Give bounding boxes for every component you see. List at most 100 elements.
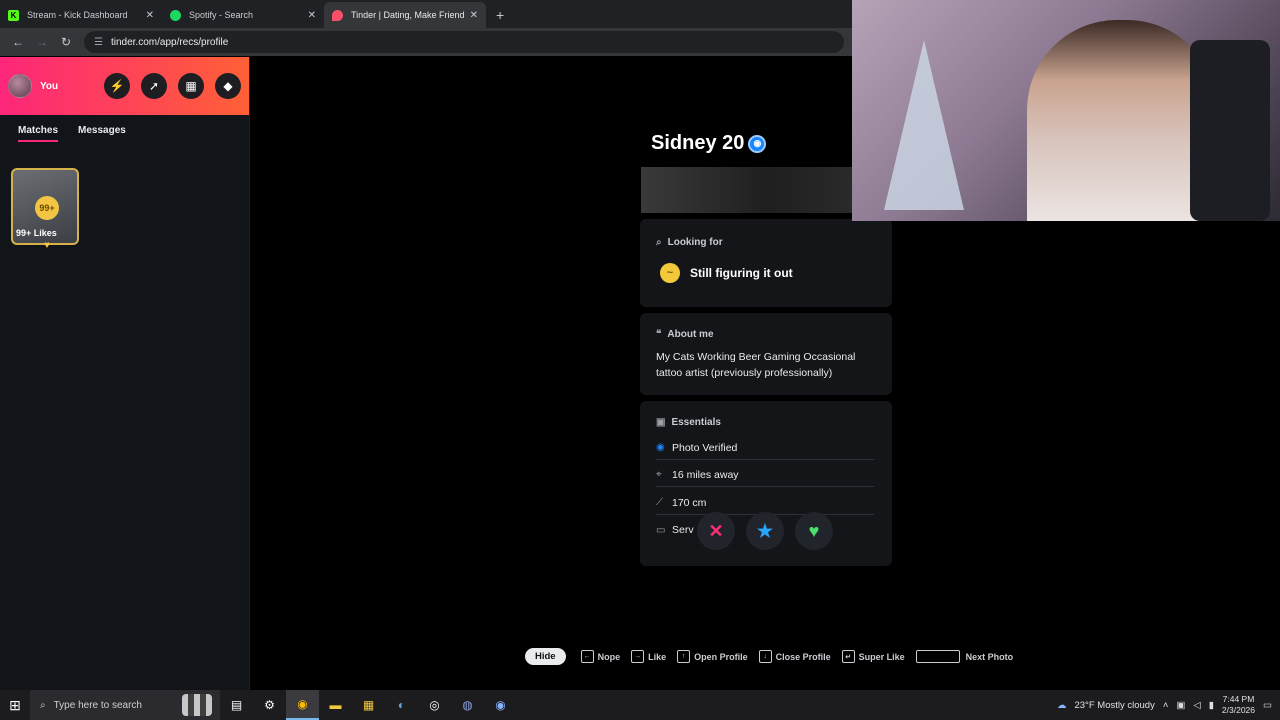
- profile-name-age: Sidney 20: [651, 132, 745, 154]
- hint-label: Open Profile: [694, 651, 748, 662]
- hint-label: Next Photo: [965, 651, 1014, 662]
- spotify-icon: [170, 9, 181, 21]
- clock-date: 2/3/2026: [1221, 705, 1256, 715]
- essentials-row-text: Photo Verified: [672, 441, 738, 454]
- boost-icon[interactable]: ⚡: [104, 73, 130, 99]
- id-card-icon: ▣: [656, 417, 666, 428]
- avatar[interactable]: [8, 74, 32, 98]
- sidebar-tabs: Matches Messages: [0, 115, 249, 142]
- like-button[interactable]: ♥: [795, 512, 833, 550]
- site-info-icon[interactable]: ☰: [94, 37, 103, 48]
- chevron-up-icon[interactable]: ˄: [1163, 700, 1169, 711]
- obs-icon[interactable]: ◎: [418, 690, 451, 720]
- network-icon[interactable]: ▣: [1176, 700, 1185, 711]
- weather-icon[interactable]: ☁: [1057, 700, 1067, 711]
- task-view-icon[interactable]: ▤: [220, 690, 253, 720]
- super-like-button[interactable]: ★: [746, 512, 784, 550]
- shield-icon[interactable]: ◆: [215, 73, 241, 99]
- search-placeholder: Type here to search: [53, 699, 142, 711]
- windows-start-icon[interactable]: ⊞: [0, 690, 30, 720]
- notifications-icon[interactable]: ▭: [1263, 700, 1272, 711]
- close-icon[interactable]: ✕: [146, 10, 154, 21]
- tab-messages[interactable]: Messages: [78, 125, 126, 142]
- file-explorer-icon[interactable]: ▬: [319, 690, 352, 720]
- ruler-icon: ⟋: [656, 497, 663, 508]
- store-icon[interactable]: ▦: [352, 690, 385, 720]
- hint-open-profile: ↑ Open Profile: [677, 650, 748, 663]
- about-panel: ❝ About me My Cats Working Beer Gaming O…: [640, 313, 892, 395]
- settings-icon[interactable]: ⚙: [253, 690, 286, 720]
- clock-time: 7:44 PM: [1222, 694, 1255, 704]
- chrome-icon[interactable]: ◉: [286, 690, 319, 720]
- back-icon[interactable]: ←: [6, 30, 30, 54]
- url-field[interactable]: ☰ tinder.com/app/recs/profile: [84, 31, 844, 53]
- gaming-chair-image: [1190, 40, 1270, 221]
- enter-key-icon: ↵: [841, 650, 855, 663]
- hint-nope: ← Nope: [580, 650, 621, 663]
- christmas-tree-image: [884, 40, 964, 210]
- about-title: ❝ About me: [656, 329, 714, 340]
- profile-photo[interactable]: [641, 167, 853, 213]
- new-tab-button[interactable]: +: [486, 2, 514, 28]
- gift-icon[interactable]: ▦: [178, 73, 204, 99]
- likes-card[interactable]: 99+ 99+ Likes ♥: [11, 168, 79, 251]
- tab-kick-dashboard[interactable]: K Stream - Kick Dashboard ✕: [0, 2, 162, 28]
- about-label: About me: [667, 329, 714, 340]
- tab-title: Stream - Kick Dashboard: [27, 10, 128, 20]
- looking-for-title: ⌕ Looking for: [656, 237, 723, 248]
- tab-matches[interactable]: Matches: [18, 125, 59, 142]
- tab-spotify-search[interactable]: Spotify - Search ✕: [162, 2, 324, 28]
- user-label[interactable]: You: [40, 81, 58, 92]
- location-icon: ⌖: [656, 469, 662, 480]
- close-icon[interactable]: ✕: [308, 10, 316, 21]
- sidebar-header: You ⚡ ➚ ▦ ◆: [0, 57, 249, 115]
- windows-taskbar: ⊞ ⌕ Type here to search ▤ ⚙ ◉ ▬ ▦ ◐ ◎ ◍ …: [0, 690, 1280, 720]
- webcam-overlay: [852, 0, 1280, 221]
- explore-icon[interactable]: ➚: [141, 73, 167, 99]
- taskbar-search[interactable]: ⌕ Type here to search: [30, 690, 220, 720]
- hide-hints-button[interactable]: Hide: [525, 648, 566, 665]
- discord-icon[interactable]: ◍: [451, 690, 484, 720]
- steam-icon[interactable]: ◐: [385, 690, 418, 720]
- thinking-face-icon: ~: [660, 263, 680, 283]
- microphone-icon[interactable]: ▮: [1209, 700, 1214, 711]
- clock[interactable]: 7:44 PM 2/3/2026: [1222, 694, 1255, 716]
- about-text: My Cats Working Beer Gaming Occasional t…: [656, 351, 856, 379]
- hint-next-photo: Next Photo: [915, 650, 1014, 663]
- hint-super-like: ↵ Super Like: [841, 650, 905, 663]
- weather-text[interactable]: 23°F Mostly cloudy: [1074, 700, 1154, 711]
- left-arrow-key-icon: ←: [580, 650, 594, 663]
- verified-badge-icon[interactable]: ◉: [748, 134, 767, 153]
- looking-for-text: Still figuring it out: [690, 266, 793, 280]
- heart-icon: ♥: [44, 240, 50, 251]
- reload-icon[interactable]: ↻: [54, 30, 78, 54]
- hint-close-profile: ↓ Close Profile: [758, 650, 831, 663]
- search-icon: ⌕: [40, 699, 46, 711]
- system-tray: ☁ 23°F Mostly cloudy ˄ ▣ ◁ ▮ 7:44 PM 2/3…: [1057, 694, 1280, 716]
- nope-icon: ✕: [708, 520, 724, 541]
- matches-sidebar: You ⚡ ➚ ▦ ◆ Matches Messages 99+ 99+ Lik…: [0, 57, 250, 690]
- chrome-alt-icon[interactable]: ◉: [484, 690, 517, 720]
- essentials-row: ⌖ 16 miles away: [656, 463, 874, 487]
- essentials-row: ◉ Photo Verified: [656, 436, 874, 460]
- volume-icon[interactable]: ◁: [1193, 700, 1200, 711]
- essentials-label: Essentials: [671, 417, 721, 428]
- briefcase-icon: ▭: [656, 524, 666, 536]
- hint-label: Nope: [597, 651, 621, 662]
- quote-icon: ❝: [656, 329, 662, 340]
- tab-title: Tinder | Dating, Make Friends &: [351, 10, 464, 20]
- close-icon[interactable]: ✕: [470, 10, 478, 21]
- streamer-image: [1027, 20, 1217, 221]
- forward-icon[interactable]: →: [30, 30, 54, 54]
- verified-icon: ◉: [656, 442, 665, 453]
- hint-label: Super Like: [858, 651, 905, 662]
- keyboard-hints: Hide ← Nope → Like ↑ Open Profile ↓ Close Pr…: [525, 648, 1024, 665]
- essentials-row-text: Serv: [672, 524, 694, 536]
- tab-tinder[interactable]: Tinder | Dating, Make Friends & ✕: [324, 2, 486, 28]
- nope-button[interactable]: ✕: [697, 512, 735, 550]
- star-icon: ★: [756, 520, 774, 541]
- hint-like: → Like: [631, 650, 666, 663]
- profile-name-row: Sidney 20 ◉: [651, 132, 767, 155]
- looking-for-label: Looking for: [667, 237, 723, 248]
- hint-label: Close Profile: [775, 651, 831, 662]
